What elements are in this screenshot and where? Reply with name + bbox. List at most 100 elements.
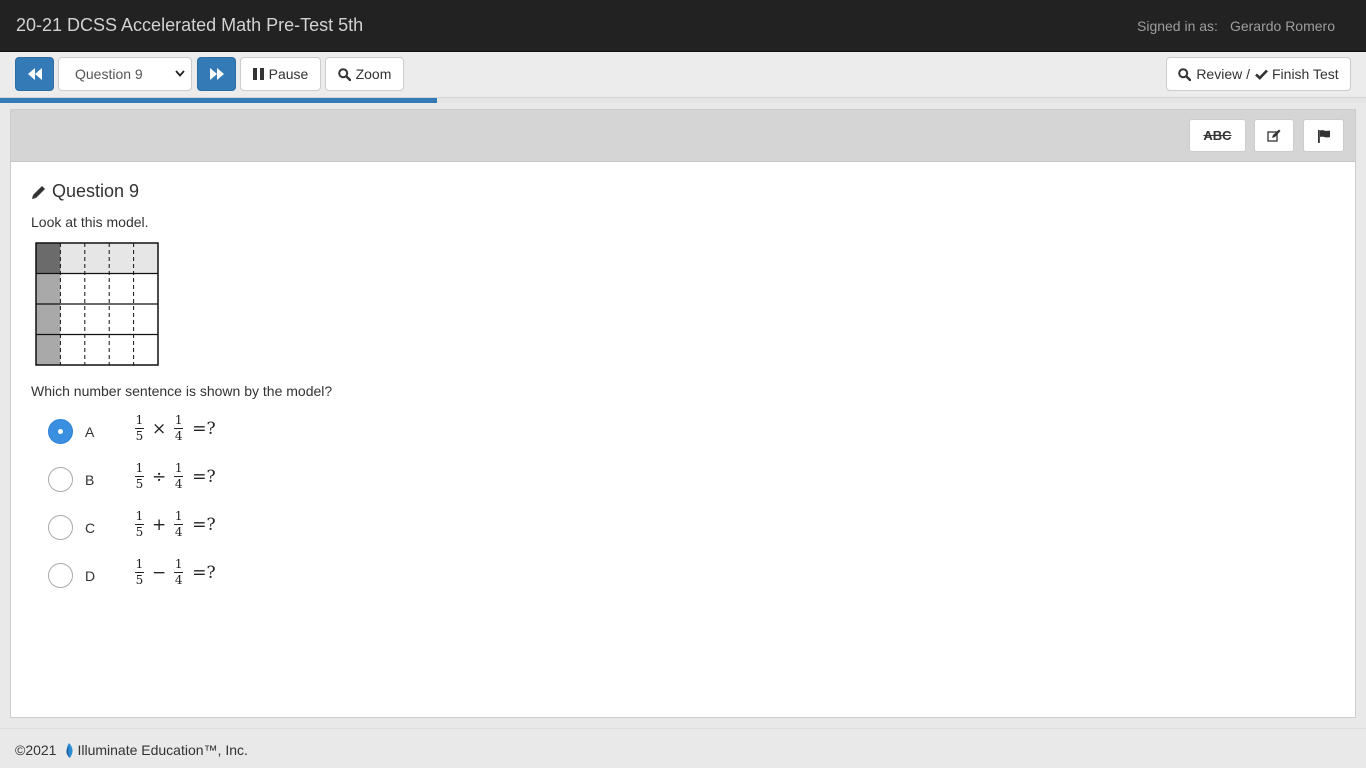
fraction-model-grid — [35, 242, 159, 366]
model-cell — [60, 243, 85, 274]
option-expression: 15 − 14 =? — [132, 558, 216, 587]
model-cell — [133, 304, 158, 335]
model-cell — [109, 334, 134, 365]
numerator: 1 — [135, 557, 144, 571]
model-cell — [36, 304, 61, 335]
option-radio[interactable] — [48, 515, 73, 540]
operator: + — [152, 514, 167, 535]
search-icon — [337, 67, 351, 81]
test-title: 20-21 DCSS Accelerated Math Pre-Test 5th — [16, 15, 364, 35]
fraction: 14 — [174, 558, 184, 587]
denominator: 4 — [174, 429, 183, 443]
model-cell — [109, 243, 134, 274]
signed-in-info: Signed in as: Gerardo Romero — [1137, 18, 1335, 34]
copyright-year: ©2021 — [15, 742, 57, 758]
flag-question-button[interactable] — [1303, 119, 1344, 152]
signed-in-label: Signed in as: — [1137, 18, 1218, 34]
question-select-value: Question 9 — [75, 66, 143, 82]
answer-option-c[interactable]: C 15 + 14 =? — [48, 510, 288, 543]
fast-backward-icon — [27, 68, 42, 80]
numerator: 1 — [135, 509, 144, 523]
previous-question-button[interactable] — [15, 57, 54, 91]
fraction: 15 — [135, 558, 144, 587]
model-cell — [36, 243, 61, 274]
progress-fill — [0, 98, 438, 103]
zoom-button[interactable]: Zoom — [325, 57, 404, 91]
question-panel: ABC Question 9 Look at this model. Which… — [10, 109, 1356, 718]
pencil-icon — [32, 185, 45, 199]
illuminate-logo-icon — [66, 742, 74, 758]
model-cell — [36, 273, 61, 304]
search-icon — [1178, 67, 1192, 81]
model-cell — [84, 273, 110, 304]
option-letter: A — [85, 424, 95, 440]
numerator: 1 — [174, 413, 183, 427]
question-text: Which number sentence is shown by the mo… — [31, 383, 333, 399]
fraction: 15 — [135, 414, 144, 443]
review-label: Review / — [1196, 66, 1250, 82]
test-toolbar: Question 9 Pause Zoom Review / Finish Te… — [0, 52, 1366, 98]
company-name: Illuminate Education™, Inc. — [77, 742, 248, 758]
model-cell — [133, 243, 158, 274]
model-cell — [60, 304, 85, 335]
chevron-down-icon — [175, 70, 185, 77]
fraction: 15 — [135, 462, 144, 491]
answer-option-b[interactable]: B 15 ÷ 14 =? — [48, 462, 288, 495]
option-expression: 15 × 14 =? — [132, 414, 216, 443]
pause-label: Pause — [268, 66, 309, 82]
model-cell — [84, 304, 110, 335]
model-cell — [60, 334, 85, 365]
option-expression: 15 + 14 =? — [132, 510, 216, 539]
answer-option-d[interactable]: D 15 − 14 =? — [48, 558, 288, 591]
model-cell — [133, 334, 158, 365]
review-finish-button[interactable]: Review / Finish Test — [1166, 57, 1351, 91]
operator: − — [152, 562, 167, 583]
user-name: Gerardo Romero — [1229, 18, 1335, 34]
question-prompt: Look at this model. — [31, 214, 149, 230]
option-radio[interactable] — [48, 419, 73, 444]
option-letter: B — [85, 472, 95, 488]
numerator: 1 — [135, 461, 144, 475]
question-heading: Question 9 — [31, 181, 139, 202]
fast-forward-icon — [209, 68, 224, 80]
finish-label: Finish Test — [1272, 66, 1339, 82]
checkmark-icon — [1255, 69, 1268, 80]
model-cell — [36, 334, 61, 365]
equals-question: =? — [192, 514, 216, 535]
model-cell — [133, 273, 158, 304]
next-question-button[interactable] — [197, 57, 236, 91]
pause-icon — [252, 68, 264, 80]
zoom-label: Zoom — [355, 66, 392, 82]
option-radio[interactable] — [48, 467, 73, 492]
model-cell — [84, 243, 110, 274]
notes-button[interactable] — [1254, 119, 1294, 152]
flag-icon — [1317, 129, 1330, 143]
denominator: 5 — [135, 477, 144, 491]
strikethrough-label: ABC — [1203, 128, 1232, 143]
denominator: 5 — [135, 429, 144, 443]
question-select[interactable]: Question 9 — [58, 57, 192, 91]
model-cell — [109, 273, 134, 304]
model-cell — [109, 304, 134, 335]
question-title: Question 9 — [52, 181, 140, 201]
option-radio[interactable] — [48, 563, 73, 588]
numerator: 1 — [174, 509, 183, 523]
copyright-notice: ©2021 Illuminate Education™, Inc. — [15, 742, 248, 758]
denominator: 4 — [174, 477, 183, 491]
fraction: 14 — [174, 413, 184, 443]
fraction: 14 — [174, 461, 184, 491]
denominator: 5 — [135, 525, 144, 539]
equals-question: =? — [192, 418, 216, 439]
pause-button[interactable]: Pause — [240, 57, 321, 91]
answer-eliminator-button[interactable]: ABC — [1189, 119, 1246, 152]
numerator: 1 — [174, 461, 183, 475]
model-cell — [60, 273, 85, 304]
progress-bar — [0, 98, 1366, 103]
option-letter: D — [85, 568, 96, 584]
fraction: 14 — [174, 509, 184, 539]
answer-option-a[interactable]: A 15 × 14 =? — [48, 414, 288, 447]
equals-question: =? — [192, 466, 216, 487]
option-expression: 15 ÷ 14 =? — [132, 462, 216, 491]
fraction: 15 — [135, 510, 144, 539]
option-letter: C — [85, 520, 96, 536]
